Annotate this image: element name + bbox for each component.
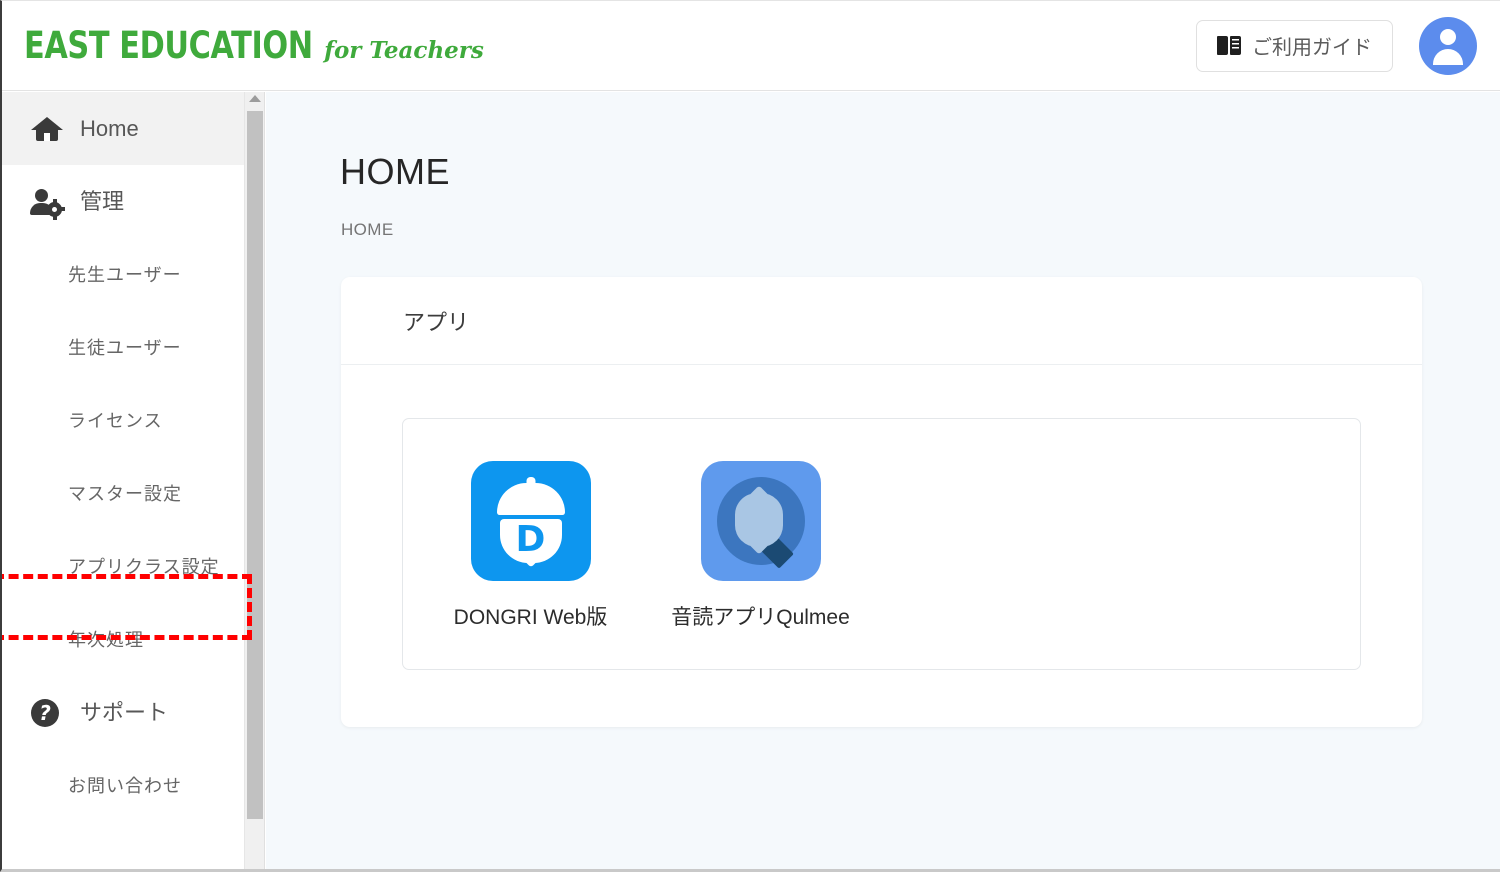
sidebar-item-kanri[interactable]: 管理 [2,165,244,238]
dongri-acorn-icon: D [470,461,591,581]
manage-user-gear-icon [30,187,65,220]
sidebar-item-label: 生徒ユーザー [68,337,182,358]
sidebar-item-contact[interactable]: お問い合わせ [2,749,244,822]
sidebar-item-label: Home [80,115,139,141]
sidebar-item-license[interactable]: ライセンス [2,384,244,457]
book-icon [1217,36,1241,55]
sidebar-item-label: お問い合わせ [68,775,182,796]
application-window: EAST EDUCATION for Teachers ご利用ガイド Home … [0,0,1500,872]
user-guide-label: ご利用ガイド [1252,37,1372,59]
sidebar-item-label: アプリクラス設定 [68,556,220,577]
sidebar-nav: Home 管理 先生ユーザー 生徒ユーザー ライセンス マスター設定 アプリクラ… [2,92,245,869]
brand-name: EAST EDUCATION [24,24,313,67]
apps-card-body: D DONGRI Web版 音読アプリQulmee [341,365,1422,727]
sidebar-item-label: ライセンス [68,410,163,431]
app-header: EAST EDUCATION for Teachers ご利用ガイド [2,1,1500,91]
app-label: DONGRI Web版 [453,606,608,629]
qulmee-magnifier-icon [700,461,821,581]
sidebar-item-app-class-settings[interactable]: アプリクラス設定 [2,530,244,603]
app-list-panel: D DONGRI Web版 音読アプリQulmee [402,418,1361,670]
sidebar-item-student-users[interactable]: 生徒ユーザー [2,311,244,384]
sidebar-scrollbar[interactable] [245,92,265,869]
sidebar-item-home[interactable]: Home [2,92,244,165]
home-icon [30,114,64,144]
sidebar-item-support[interactable]: ? サポート [2,676,244,749]
sidebar-item-label: 年次処理 [68,629,144,650]
page-title: HOME [340,151,450,192]
sidebar-item-label: マスター設定 [68,483,182,504]
app-label: 音読アプリQulmee [671,606,850,629]
apps-card-title: アプリ [403,309,470,335]
sidebar-item-teacher-users[interactable]: 先生ユーザー [2,238,244,311]
sidebar-item-label: 先生ユーザー [68,264,182,285]
sidebar-item-label: サポート [80,699,169,725]
apps-card-header: アプリ [341,277,1422,365]
user-avatar-icon[interactable] [1419,16,1477,75]
help-question-icon: ? [30,698,64,728]
brand-tagline: for Teachers [324,37,484,64]
app-tile-qulmee[interactable]: 音読アプリQulmee [671,461,850,631]
main-content: HOME HOME アプリ D DONGRI Web版 音読アプリQulmee [266,92,1500,869]
chevron-up-icon[interactable] [248,95,261,102]
scrollbar-thumb[interactable] [247,111,263,819]
apps-card: アプリ D DONGRI Web版 音読アプリQulmee [341,277,1422,727]
dongri-icon-letter: D [515,519,546,560]
sidebar-item-annual-processing[interactable]: 年次処理 [2,603,244,676]
header-actions: ご利用ガイド [1196,16,1477,75]
app-tile-dongri[interactable]: D DONGRI Web版 [443,461,618,631]
brand-logo[interactable]: EAST EDUCATION for Teachers [24,24,484,67]
user-guide-button[interactable]: ご利用ガイド [1196,19,1393,72]
sidebar-item-master-settings[interactable]: マスター設定 [2,457,244,530]
sidebar-item-label: 管理 [80,188,125,214]
breadcrumb: HOME [341,220,394,239]
